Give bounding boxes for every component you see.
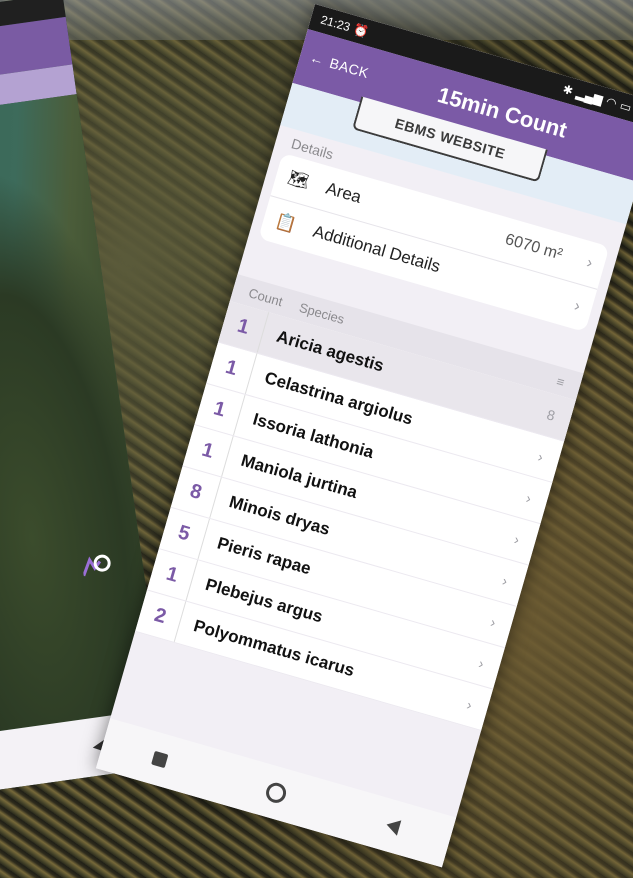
area-label: Area xyxy=(323,178,364,207)
nav-recent-icon[interactable] xyxy=(151,750,169,769)
clipboard-icon: 📋 xyxy=(273,210,299,236)
chevron-right-icon: › xyxy=(512,531,522,548)
chevron-right-icon: › xyxy=(524,489,534,507)
filter-icon[interactable]: ≡ xyxy=(555,373,566,390)
track-marker-icon xyxy=(82,554,111,577)
chevron-right-icon: › xyxy=(476,655,486,672)
area-value: 6070 m² xyxy=(503,230,565,264)
phone-screen: 21:23 ⏰ ✱ ▂▄▆ ◠ ▭ 29 ← BACK 15min Count … xyxy=(95,4,633,868)
status-time: 21:23 xyxy=(319,12,352,35)
nav-home-icon[interactable] xyxy=(264,780,289,806)
chevron-right-icon: › xyxy=(500,572,510,590)
nav-back-icon[interactable] xyxy=(384,816,402,836)
battery-icon: ▭ xyxy=(618,98,633,115)
bluetooth-icon: ✱ xyxy=(561,81,575,99)
species-extra: 8 xyxy=(545,406,557,424)
wifi-icon: ◠ xyxy=(604,94,619,111)
chevron-right-icon: › xyxy=(572,297,583,316)
chevron-right-icon: › xyxy=(488,613,498,631)
system-nav-bar xyxy=(95,718,457,868)
count-column-header: Count xyxy=(246,284,285,309)
chevron-right-icon: › xyxy=(465,696,474,714)
chevron-right-icon: › xyxy=(584,254,595,273)
signal-icon: ▂▄▆ xyxy=(574,85,605,107)
chevron-right-icon: › xyxy=(536,448,546,466)
map-icon: 🗺 xyxy=(285,167,312,192)
alarm-icon: ⏰ xyxy=(351,21,371,40)
